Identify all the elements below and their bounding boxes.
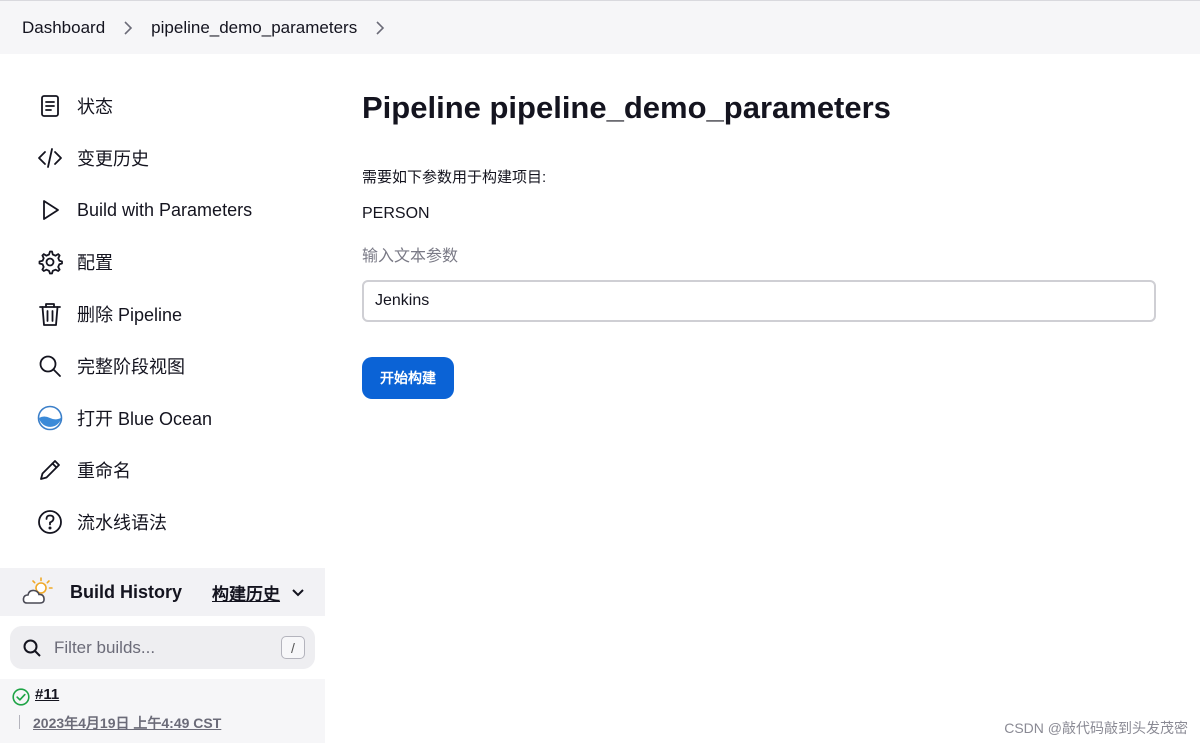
filter-builds-box: / bbox=[10, 626, 315, 669]
pencil-icon bbox=[36, 456, 64, 484]
sidebar-item-label: 重命名 bbox=[77, 461, 131, 481]
watermark: CSDN @敲代码敲到头发茂密 bbox=[1004, 720, 1188, 736]
breadcrumb: Dashboard pipeline_demo_parameters bbox=[0, 0, 1200, 54]
build-button[interactable]: 开始构建 bbox=[362, 357, 454, 399]
parameters-intro: 需要如下参数用于构建项目: bbox=[362, 169, 547, 186]
keyboard-shortcut-hint: / bbox=[281, 636, 305, 659]
help-circle-icon bbox=[36, 508, 64, 536]
timeline-divider bbox=[19, 715, 20, 729]
build-history-header: Build History 构建历史 bbox=[0, 568, 325, 616]
success-check-icon bbox=[12, 688, 30, 706]
parameter-description: 输入文本参数 bbox=[362, 248, 459, 265]
sidebar-item-full-stage-view[interactable]: 完整阶段视图 bbox=[36, 346, 316, 386]
sidebar-item-label: 变更历史 bbox=[77, 149, 149, 169]
build-history-title: Build History bbox=[70, 581, 183, 602]
build-date-link[interactable]: 2023年4月19日 上午4:49 CST bbox=[33, 713, 221, 733]
search-icon bbox=[23, 639, 41, 657]
sidebar-item-label: Build with Parameters bbox=[77, 199, 253, 220]
sidebar-item-build-with-parameters[interactable]: Build with Parameters bbox=[36, 190, 316, 230]
parameter-name: PERSON bbox=[362, 205, 430, 222]
build-history-link[interactable]: 构建历史 bbox=[212, 580, 280, 605]
breadcrumb-dashboard[interactable]: Dashboard bbox=[22, 18, 105, 38]
page-title: Pipeline pipeline_demo_parameters bbox=[362, 90, 891, 125]
sidebar-item-label: 流水线语法 bbox=[77, 513, 167, 533]
build-number-link[interactable]: #11 bbox=[35, 686, 59, 703]
filter-builds-input[interactable] bbox=[54, 637, 264, 658]
search-icon bbox=[36, 352, 64, 380]
sidebar-item-label: 删除 Pipeline bbox=[77, 305, 183, 325]
sidebar-item-label: 状态 bbox=[77, 97, 113, 117]
play-icon bbox=[36, 196, 64, 224]
blue-ocean-icon bbox=[36, 404, 64, 432]
sidebar-item-pipeline-syntax[interactable]: 流水线语法 bbox=[36, 502, 316, 542]
chevron-down-icon[interactable] bbox=[290, 584, 306, 600]
code-changes-icon bbox=[36, 144, 64, 172]
sidebar-item-label: 配置 bbox=[77, 253, 113, 273]
person-parameter-input[interactable] bbox=[362, 280, 1156, 322]
gear-icon bbox=[36, 248, 64, 276]
partly-cloudy-weather-icon bbox=[22, 577, 53, 604]
sidebar-item-delete-pipeline[interactable]: 删除 Pipeline bbox=[36, 294, 316, 334]
chevron-right-icon bbox=[123, 20, 133, 35]
breadcrumb-job[interactable]: pipeline_demo_parameters bbox=[151, 18, 357, 38]
chevron-right-icon[interactable] bbox=[375, 20, 385, 35]
sidebar-item-label: 打开 Blue Ocean bbox=[77, 409, 213, 429]
sidebar-item-changes[interactable]: 变更历史 bbox=[36, 138, 316, 178]
sidebar-item-open-blue-ocean[interactable]: 打开 Blue Ocean bbox=[36, 398, 316, 438]
sidebar-item-rename[interactable]: 重命名 bbox=[36, 450, 316, 490]
sidebar-item-status[interactable]: 状态 bbox=[36, 86, 316, 126]
sidebar-item-configure[interactable]: 配置 bbox=[36, 242, 316, 282]
status-document-icon bbox=[36, 92, 64, 120]
build-row[interactable]: #11 2023年4月19日 上午4:49 CST bbox=[0, 679, 325, 743]
trash-icon bbox=[36, 300, 64, 328]
sidebar-item-label: 完整阶段视图 bbox=[77, 357, 185, 377]
